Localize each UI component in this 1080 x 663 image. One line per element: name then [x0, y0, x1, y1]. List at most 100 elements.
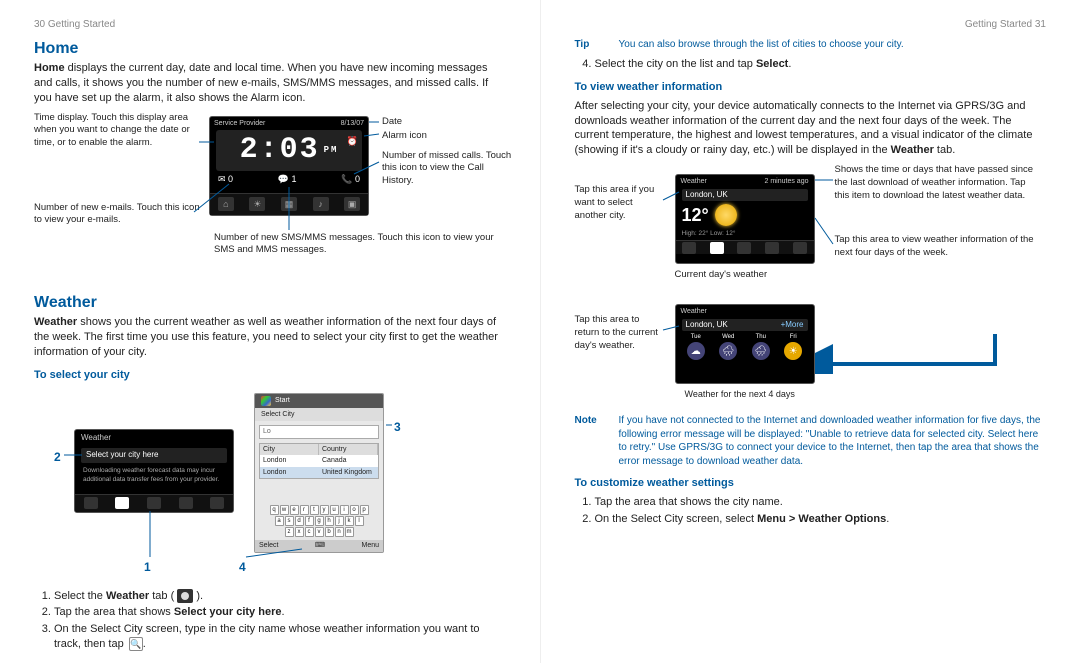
weather-forecast-screen: Weather London, UK +More Tue☁ Wed🌧 Thu🌧 …: [675, 304, 815, 384]
weather-body: Weather shows you the current weather as…: [34, 315, 506, 360]
weather-body-strong: Weather: [34, 316, 77, 328]
w-city: London, UK: [682, 189, 808, 202]
home-nav-bar: ⌂ ☀ ▦ ♪ ▣: [210, 193, 368, 215]
home-body: Home displays the current day, date and …: [34, 61, 506, 106]
nav-home-icon: ⌂: [218, 197, 234, 211]
callout-sms: Number of new SMS/MMS messages. Touch th…: [214, 232, 514, 258]
callout-missed-calls: Number of missed calls. Touch this icon …: [382, 150, 512, 188]
step-2: Tap the area that shows Select your city…: [54, 605, 506, 620]
col-city: City: [260, 444, 319, 455]
select-city-heading: To select your city: [34, 368, 506, 383]
page-30: 30 Getting Started Home Home displays th…: [0, 0, 541, 663]
w2-city: London, UK: [686, 320, 728, 331]
tip-body: You can also browse through the list of …: [619, 38, 904, 52]
marker-4: 4: [239, 559, 246, 575]
select-city-screen: Start Select City Lo City Country London…: [254, 393, 384, 553]
w2-title: Weather: [681, 307, 707, 316]
city-row-selected[interactable]: London United Kingdom: [260, 467, 378, 478]
nav-weather-icon: ☀: [249, 197, 265, 211]
start-label: Start: [275, 396, 290, 405]
weather-current-figure: Tap this area if you want to select anot…: [575, 164, 1047, 294]
callout-date: Date: [382, 116, 532, 129]
w-temp: 12°: [682, 203, 709, 227]
nav-launcher-icon: ▦: [281, 197, 297, 211]
home-figure: Service Provider 8/13/07 2:03 PM ⏰ ✉ 0 💬…: [34, 112, 506, 282]
big-arrow-icon: [815, 334, 1015, 374]
call-count: 📞 0: [341, 173, 360, 185]
search-icon: [129, 637, 143, 651]
callout-tap-return: Tap this area to return to the current d…: [575, 314, 665, 352]
nav-icon: [147, 497, 161, 509]
note-label: Note: [575, 414, 609, 468]
weather-tab-icon: [177, 589, 193, 603]
view-weather-body: After selecting your city, your device a…: [575, 99, 1047, 158]
select-button[interactable]: Select: [259, 541, 278, 550]
step-3: On the Select City screen, type in the c…: [54, 622, 506, 652]
step-1: Select the Weather tab ( ).: [54, 589, 506, 604]
weather-heading: Weather: [34, 292, 506, 314]
weather-current-screen: Weather 2 minutes ago London, UK 12° Hig…: [675, 174, 815, 264]
alarm-icon: ⏰: [347, 135, 358, 147]
caption-current-day: Current day's weather: [675, 269, 768, 282]
page-header-left: 30 Getting Started: [34, 18, 506, 32]
cloud-icon: ☁: [687, 342, 705, 360]
nav-icon: [179, 497, 193, 509]
marker-3: 3: [394, 419, 401, 435]
view-weather-heading: To view weather information: [575, 80, 1047, 95]
tip-label: Tip: [575, 38, 609, 52]
date-label: 8/13/07: [341, 119, 364, 128]
sun-icon: [715, 204, 737, 226]
sms-count: 💬 1: [278, 173, 297, 185]
page-spread: 30 Getting Started Home Home displays th…: [0, 0, 1080, 663]
select-city-steps: Select the Weather tab ( ). Tap the area…: [54, 589, 506, 652]
nav-icon-active: [115, 497, 129, 509]
widget-nav: [75, 494, 233, 512]
step-4-list: Select the city on the list and tap Sele…: [595, 57, 1047, 72]
home-body-strong: Home: [34, 62, 65, 74]
home-body-rest: displays the current day, date and local…: [34, 62, 488, 104]
w-high-low: High: 22° Low: 12°: [676, 230, 814, 239]
city-list: City Country London Canada London United…: [259, 443, 379, 479]
windows-icon: [261, 396, 271, 406]
select-city-figure: Weather Select your city here Downloadin…: [34, 389, 506, 579]
rain-icon: 🌧: [719, 342, 737, 360]
email-count: ✉ 0: [218, 173, 233, 185]
home-phone-screen: Service Provider 8/13/07 2:03 PM ⏰ ✉ 0 💬…: [209, 116, 369, 216]
widget-title: Weather: [75, 430, 233, 447]
callout-time-display: Time display. Touch this display area wh…: [34, 112, 204, 150]
rain-icon: 🌧: [752, 342, 770, 360]
weather-widget-select: Weather Select your city here Downloadin…: [74, 429, 234, 513]
select-city-title: Select City: [255, 408, 383, 421]
onscreen-keyboard[interactable]: qwertyuiop asdfghjkl zxcvbnm: [255, 503, 383, 540]
city-input[interactable]: Lo: [259, 425, 379, 439]
w-nav: [676, 240, 814, 254]
widget-msg: Downloading weather forecast data may in…: [75, 465, 233, 487]
provider-label: Service Provider: [214, 119, 265, 128]
step-4: Select the city on the list and tap Sele…: [595, 57, 1047, 72]
callout-tap-city: Tap this area if you want to select anot…: [575, 184, 665, 222]
callout-view-next: Tap this area to view weather informatio…: [835, 234, 1035, 260]
w2-more: +More: [781, 320, 804, 331]
clock-time: 2:03: [240, 130, 320, 171]
sun-icon: ☀: [784, 342, 802, 360]
w-title: Weather: [681, 177, 707, 186]
note-block: Note If you have not connected to the In…: [575, 414, 1047, 468]
nav-media-icon: ♪: [313, 197, 329, 211]
cust-step-2: On the Select City screen, select Menu >…: [595, 512, 1047, 527]
note-body: If you have not connected to the Interne…: [619, 414, 1047, 468]
page-31: Getting Started 31 Tip You can also brow…: [541, 0, 1080, 663]
keyboard-icon[interactable]: ⌨: [315, 541, 325, 550]
forecast-caption: Weather for the next 4 days: [685, 388, 795, 400]
home-heading: Home: [34, 38, 506, 60]
widget-select-here: Select your city here: [81, 448, 227, 463]
marker-1: 1: [144, 559, 151, 575]
city-row[interactable]: London Canada: [260, 455, 378, 466]
customize-heading: To customize weather settings: [575, 476, 1047, 491]
w-ago: 2 minutes ago: [765, 177, 809, 186]
select-bottom-bar: Select ⌨ Menu: [255, 540, 383, 552]
callout-emails: Number of new e-mails. Touch this icon t…: [34, 202, 204, 228]
forecast-days: Tue☁ Wed🌧 Thu🌧 Fri☀: [676, 331, 814, 363]
callout-alarm: Alarm icon: [382, 130, 532, 143]
marker-2: 2: [54, 449, 61, 465]
menu-button[interactable]: Menu: [361, 541, 379, 550]
